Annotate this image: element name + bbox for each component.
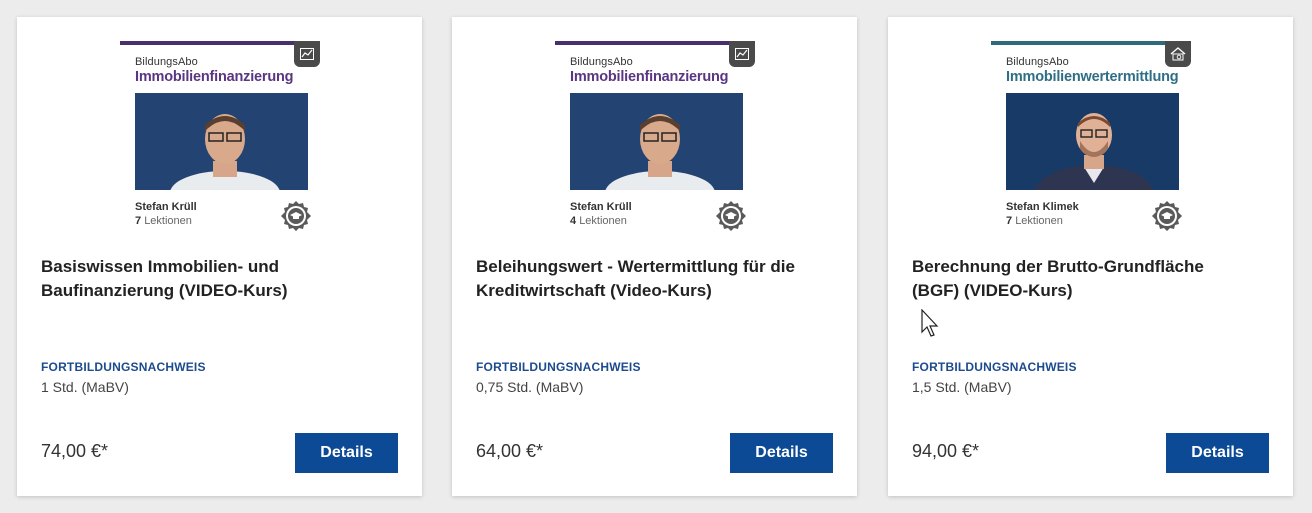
lesson-count: 7 Lektionen bbox=[1006, 215, 1063, 227]
speaker-video-still bbox=[1006, 93, 1179, 190]
course-title[interactable]: Basiswissen Immobilien- und Baufinanzier… bbox=[41, 255, 381, 303]
speaker-name: Stefan Klimek bbox=[1006, 201, 1079, 213]
certificate-label: FORTBILDUNGSNACHWEIS bbox=[41, 360, 206, 374]
certificate-hours: 1 Std. (MaBV) bbox=[41, 379, 129, 395]
speaker-name: Stefan Krüll bbox=[135, 201, 197, 213]
thumbnail-topbar bbox=[991, 41, 1191, 45]
course-thumbnail[interactable]: BildungsAbo Immobilienfinanzierung Stefa… bbox=[120, 41, 320, 231]
chart-icon bbox=[294, 41, 320, 67]
mouse-cursor-icon bbox=[921, 309, 939, 337]
certificate-label: FORTBILDUNGSNACHWEIS bbox=[912, 360, 1077, 374]
course-title[interactable]: Beleihungswert - Wertermittlung für die … bbox=[476, 255, 816, 303]
course-card: BildungsAbo Immobilienfinanzierung Stefa… bbox=[17, 17, 422, 496]
thumbnail-eyebrow: BildungsAbo bbox=[1006, 56, 1069, 68]
lesson-count: 4 Lektionen bbox=[570, 215, 627, 227]
certificate-seal-icon bbox=[281, 201, 311, 231]
thumbnail-brand: Immobilienfinanzierung bbox=[135, 69, 294, 85]
house-search-icon bbox=[1165, 41, 1191, 67]
thumbnail-topbar bbox=[120, 41, 320, 45]
speaker-video-still bbox=[570, 93, 743, 190]
course-card: BildungsAbo Immobilienfinanzierung Stefa… bbox=[452, 17, 857, 496]
thumbnail-eyebrow: BildungsAbo bbox=[135, 56, 198, 68]
details-button[interactable]: Details bbox=[730, 433, 833, 473]
certificate-label: FORTBILDUNGSNACHWEIS bbox=[476, 360, 641, 374]
certificate-seal-icon bbox=[716, 201, 746, 231]
speaker-video-still bbox=[135, 93, 308, 190]
thumbnail-topbar bbox=[555, 41, 755, 45]
lesson-count: 7 Lektionen bbox=[135, 215, 192, 227]
speaker-name: Stefan Krüll bbox=[570, 201, 632, 213]
course-title[interactable]: Berechnung der Brutto-Grundfläche (BGF) … bbox=[912, 255, 1252, 303]
thumbnail-eyebrow: BildungsAbo bbox=[570, 56, 633, 68]
thumbnail-brand: Immobilienfinanzierung bbox=[570, 69, 729, 85]
course-card: BildungsAbo Immobilienwertermittlung Ste… bbox=[888, 17, 1293, 496]
certificate-hours: 0,75 Std. (MaBV) bbox=[476, 379, 584, 395]
course-thumbnail[interactable]: BildungsAbo Immobilienwertermittlung Ste… bbox=[991, 41, 1191, 231]
course-thumbnail[interactable]: BildungsAbo Immobilienfinanzierung Stefa… bbox=[555, 41, 755, 231]
details-button[interactable]: Details bbox=[295, 433, 398, 473]
thumbnail-brand: Immobilienwertermittlung bbox=[1006, 69, 1179, 85]
course-price: 64,00 €* bbox=[476, 441, 544, 461]
course-price: 94,00 €* bbox=[912, 441, 980, 461]
certificate-seal-icon bbox=[1152, 201, 1182, 231]
chart-icon bbox=[729, 41, 755, 67]
certificate-hours: 1,5 Std. (MaBV) bbox=[912, 379, 1012, 395]
course-price: 74,00 €* bbox=[41, 441, 109, 461]
details-button[interactable]: Details bbox=[1166, 433, 1269, 473]
